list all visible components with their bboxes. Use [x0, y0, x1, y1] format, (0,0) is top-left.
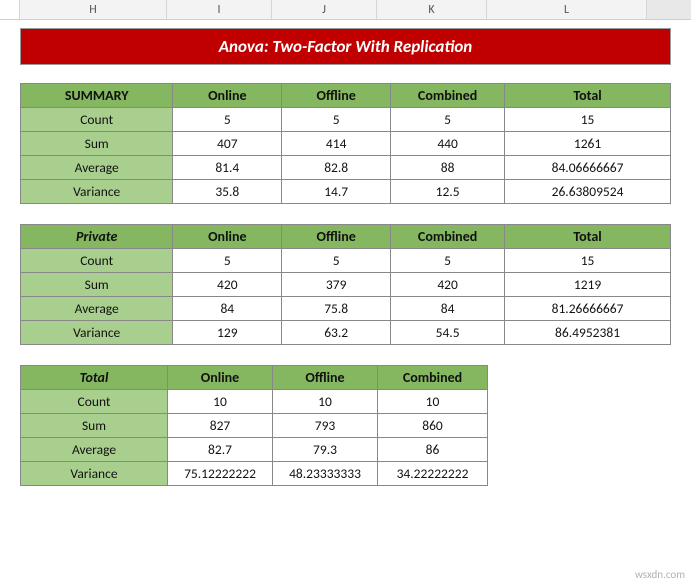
private-table: Private Online Offline Combined Total Co…	[20, 224, 671, 345]
cell[interactable]: 54.5	[391, 321, 505, 345]
col-total: Total	[505, 84, 671, 108]
summary-label: SUMMARY	[21, 84, 173, 108]
cell[interactable]: 26.63809524	[505, 180, 671, 204]
cell[interactable]: 1261	[505, 132, 671, 156]
table-row: Variance 129 63.2 54.5 86.4952381	[21, 321, 671, 345]
cell[interactable]: 440	[391, 132, 505, 156]
cell[interactable]: 86.4952381	[505, 321, 671, 345]
col-header-H[interactable]: H	[20, 0, 167, 19]
cell[interactable]: 379	[282, 273, 391, 297]
cell[interactable]: 63.2	[282, 321, 391, 345]
row-label-count: Count	[21, 390, 168, 414]
row-label-average: Average	[21, 297, 173, 321]
total-table: Total Online Offline Combined Count 10 1…	[20, 365, 488, 486]
cell[interactable]: 48.23333333	[273, 462, 378, 486]
cell[interactable]: 5	[391, 249, 505, 273]
table-row: Average 84 75.8 84 81.26666667	[21, 297, 671, 321]
cell[interactable]: 88	[391, 156, 505, 180]
col-online: Online	[173, 84, 282, 108]
cell[interactable]: 86	[378, 438, 488, 462]
cell[interactable]: 10	[378, 390, 488, 414]
row-label-sum: Sum	[21, 273, 173, 297]
row-label-count: Count	[21, 249, 173, 273]
cell[interactable]: 860	[378, 414, 488, 438]
cell[interactable]: 5	[391, 108, 505, 132]
spreadsheet-area: H I J K L Anova: Two-Factor With Replica…	[0, 0, 691, 585]
col-combined: Combined	[378, 366, 488, 390]
table-row: Average 82.7 79.3 86	[21, 438, 488, 462]
cell[interactable]: 1219	[505, 273, 671, 297]
summary-table: SUMMARY Online Offline Combined Total Co…	[20, 83, 671, 204]
cell[interactable]: 5	[173, 108, 282, 132]
cell[interactable]: 84.06666667	[505, 156, 671, 180]
table-row: Variance 35.8 14.7 12.5 26.63809524	[21, 180, 671, 204]
private-label: Private	[21, 225, 173, 249]
row-label-variance: Variance	[21, 462, 168, 486]
col-header-L[interactable]: L	[487, 0, 647, 19]
cell[interactable]: 84	[391, 297, 505, 321]
cell[interactable]: 81.26666667	[505, 297, 671, 321]
table-row: Average 81.4 82.8 88 84.06666667	[21, 156, 671, 180]
cell[interactable]: 82.7	[168, 438, 273, 462]
cell[interactable]: 82.8	[282, 156, 391, 180]
col-offline: Offline	[273, 366, 378, 390]
row-label-sum: Sum	[21, 132, 173, 156]
cell[interactable]: 10	[273, 390, 378, 414]
row-label-average: Average	[21, 438, 168, 462]
col-combined: Combined	[391, 225, 505, 249]
gutter	[0, 0, 20, 19]
cell[interactable]: 34.22222222	[378, 462, 488, 486]
table-row: Count 5 5 5 15	[21, 108, 671, 132]
col-online: Online	[168, 366, 273, 390]
col-header-J[interactable]: J	[272, 0, 377, 19]
cell[interactable]: 420	[173, 273, 282, 297]
table-row: SUMMARY Online Offline Combined Total	[21, 84, 671, 108]
cell[interactable]: 10	[168, 390, 273, 414]
cell[interactable]: 35.8	[173, 180, 282, 204]
cell[interactable]: 15	[505, 108, 671, 132]
watermark: wsxdn.com	[635, 568, 685, 581]
cell[interactable]: 414	[282, 132, 391, 156]
cell[interactable]: 84	[173, 297, 282, 321]
cell[interactable]: 75.12222222	[168, 462, 273, 486]
col-online: Online	[173, 225, 282, 249]
cell[interactable]: 5	[173, 249, 282, 273]
cell[interactable]: 12.5	[391, 180, 505, 204]
row-label-sum: Sum	[21, 414, 168, 438]
cell[interactable]: 75.8	[282, 297, 391, 321]
cell[interactable]: 407	[173, 132, 282, 156]
cell[interactable]: 5	[282, 249, 391, 273]
cell[interactable]: 420	[391, 273, 505, 297]
total-label: Total	[21, 366, 168, 390]
col-combined: Combined	[391, 84, 505, 108]
col-header-K[interactable]: K	[377, 0, 487, 19]
table-row: Count 5 5 5 15	[21, 249, 671, 273]
anova-title: Anova: Two-Factor With Replication	[20, 28, 671, 65]
table-row: Count 10 10 10	[21, 390, 488, 414]
row-label-variance: Variance	[21, 180, 173, 204]
cell[interactable]: 81.4	[173, 156, 282, 180]
cell[interactable]: 827	[168, 414, 273, 438]
row-label-variance: Variance	[21, 321, 173, 345]
table-row: Sum 407 414 440 1261	[21, 132, 671, 156]
table-row: Private Online Offline Combined Total	[21, 225, 671, 249]
col-offline: Offline	[282, 84, 391, 108]
col-header-I[interactable]: I	[167, 0, 272, 19]
table-row: Variance 75.12222222 48.23333333 34.2222…	[21, 462, 488, 486]
cell[interactable]: 14.7	[282, 180, 391, 204]
col-total: Total	[505, 225, 671, 249]
col-offline: Offline	[282, 225, 391, 249]
cell[interactable]: 5	[282, 108, 391, 132]
sheet-content: Anova: Two-Factor With Replication SUMMA…	[0, 20, 691, 486]
row-label-average: Average	[21, 156, 173, 180]
table-row: Sum 420 379 420 1219	[21, 273, 671, 297]
cell[interactable]: 129	[173, 321, 282, 345]
cell[interactable]: 15	[505, 249, 671, 273]
table-row: Sum 827 793 860	[21, 414, 488, 438]
row-label-count: Count	[21, 108, 173, 132]
column-header-row: H I J K L	[0, 0, 691, 20]
cell[interactable]: 793	[273, 414, 378, 438]
table-row: Total Online Offline Combined	[21, 366, 488, 390]
cell[interactable]: 79.3	[273, 438, 378, 462]
